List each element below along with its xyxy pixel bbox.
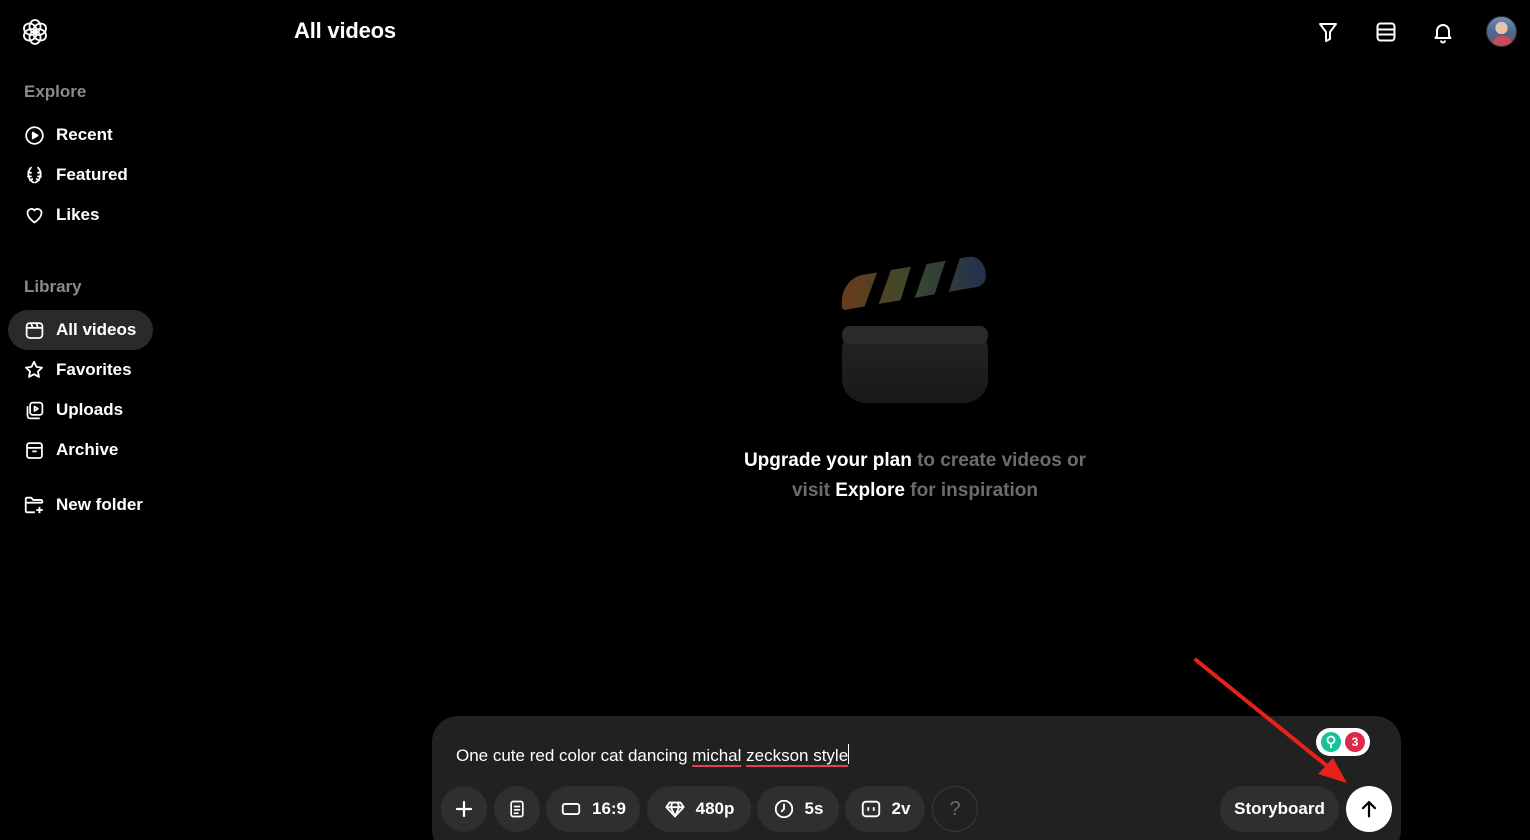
diamond-icon <box>664 798 686 820</box>
library-section-title: Library <box>24 277 82 296</box>
presets-button[interactable] <box>494 786 540 832</box>
sidebar-item-favorites[interactable]: Favorites <box>8 350 153 390</box>
grammarly-bulb-icon <box>1321 732 1341 752</box>
upload-play-icon <box>23 399 45 421</box>
sidebar-item-archive[interactable]: Archive <box>8 430 153 470</box>
sidebar-item-label: Featured <box>56 165 128 184</box>
grammarly-issue-count: 3 <box>1345 732 1365 752</box>
empty-state-text: for inspiration <box>905 480 1038 501</box>
variations-icon <box>860 798 882 820</box>
prompt-input[interactable]: One cute red color cat dancing michal ze… <box>456 744 850 766</box>
misspelled-word: zeckson style <box>746 746 849 765</box>
misspelled-word: michal <box>692 746 742 765</box>
annotation-arrow <box>1194 658 1347 783</box>
sidebar-new-folder[interactable]: New folder <box>8 485 153 525</box>
help-button[interactable]: ? <box>932 786 978 832</box>
storyboard-button[interactable]: Storyboard <box>1220 786 1339 832</box>
sidebar-item-recent[interactable]: Recent <box>8 115 153 155</box>
send-button[interactable] <box>1346 786 1392 832</box>
sidebar-item-label: Recent <box>56 125 113 144</box>
duration-button[interactable]: 5s <box>757 786 839 832</box>
sidebar-item-label: Likes <box>56 205 100 224</box>
prompt-composer: One cute red color cat dancing michal ze… <box>432 716 1401 840</box>
help-label: ? <box>949 797 961 820</box>
explore-section-title: Explore <box>24 82 87 101</box>
resolution-button[interactable]: 480p <box>647 786 751 832</box>
layout-list-icon[interactable] <box>1370 16 1402 48</box>
variations-value: 2v <box>891 799 911 818</box>
storyboard-label: Storyboard <box>1234 799 1325 818</box>
empty-state-text: to create videos or <box>911 450 1087 471</box>
heart-icon <box>23 204 45 226</box>
explore-link[interactable]: Explore <box>835 480 905 501</box>
sidebar-item-label: New folder <box>56 495 143 514</box>
bell-icon[interactable] <box>1427 16 1459 48</box>
sidebar-item-label: All videos <box>56 320 137 339</box>
star-icon <box>23 359 45 381</box>
sidebar-item-all-videos[interactable]: All videos <box>8 310 153 350</box>
sidebar-item-label: Uploads <box>56 400 124 419</box>
rectangle-icon <box>560 798 582 820</box>
filter-icon[interactable] <box>1312 16 1344 48</box>
resolution-value: 480p <box>695 799 735 818</box>
page-title: All videos <box>294 18 396 43</box>
folder-plus-icon <box>23 494 45 516</box>
sidebar-item-label: Archive <box>56 440 119 459</box>
clapperboard-icon <box>840 250 990 406</box>
upgrade-plan-link[interactable]: Upgrade your plan <box>744 450 912 471</box>
app-logo-icon[interactable] <box>20 17 50 47</box>
add-media-button[interactable] <box>441 786 487 832</box>
prompt-text: One cute red color cat dancing <box>456 746 693 765</box>
text-caret <box>848 744 850 764</box>
sidebar-item-uploads[interactable]: Uploads <box>8 390 153 430</box>
sidebar-item-label: Favorites <box>56 360 132 379</box>
empty-state-message: Upgrade your plan to create videos or vi… <box>640 446 1190 506</box>
play-circle-icon <box>23 124 45 146</box>
document-settings-icon <box>506 798 528 820</box>
duration-value: 5s <box>804 799 824 818</box>
arrow-up-icon <box>1358 798 1380 820</box>
grammarly-badge[interactable]: 3 <box>1316 728 1370 756</box>
laurel-icon <box>23 164 45 186</box>
clock-icon <box>773 798 795 820</box>
variations-button[interactable]: 2v <box>845 786 925 832</box>
aspect-ratio-value: 16:9 <box>591 799 627 818</box>
sidebar-item-likes[interactable]: Likes <box>8 195 153 235</box>
archive-icon <box>23 439 45 461</box>
sidebar-item-featured[interactable]: Featured <box>8 155 153 195</box>
plus-icon <box>453 798 475 820</box>
video-frame-icon <box>23 319 45 341</box>
empty-state-text: visit <box>791 480 836 501</box>
avatar[interactable] <box>1486 16 1517 47</box>
aspect-ratio-button[interactable]: 16:9 <box>546 786 640 832</box>
